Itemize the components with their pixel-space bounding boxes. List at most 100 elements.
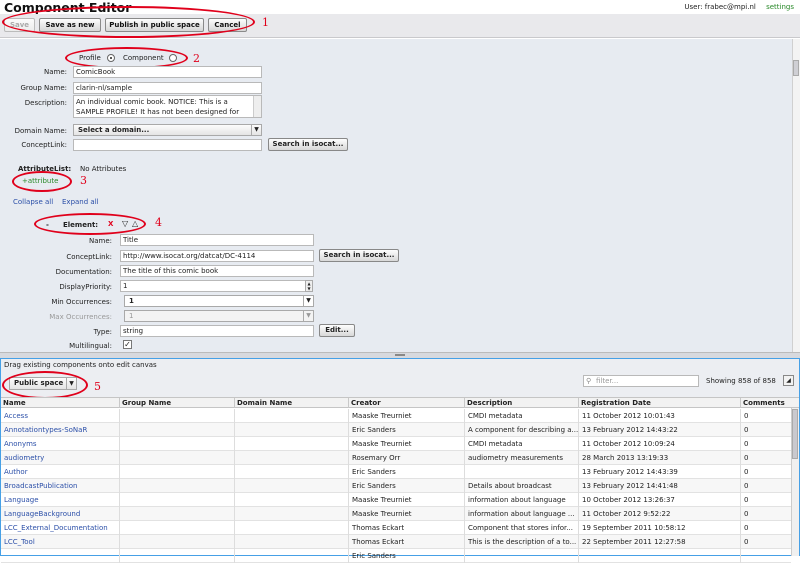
cell-domain <box>234 437 348 451</box>
column-header-domain[interactable]: Domain Name <box>234 398 348 408</box>
column-header-group[interactable]: Group Name <box>119 398 234 408</box>
multilingual-checkbox[interactable]: ✓ <box>123 340 132 349</box>
cell-group <box>119 423 234 437</box>
search-icon: ⚲ <box>586 377 592 385</box>
table-row[interactable]: Anonyms Maaske Treurniet CMDI metadata 11 O… <box>1 437 791 451</box>
filter-input[interactable]: ⚲ filter... <box>583 375 699 387</box>
type-label: Type: <box>93 328 112 336</box>
table-row[interactable]: Language Maaske Treurniet information abou… <box>1 493 791 507</box>
settings-link[interactable]: settings <box>766 3 794 11</box>
element-conceptlink-field[interactable]: http://www.isocat.org/datcat/DC-4114 <box>120 250 314 262</box>
description-field[interactable]: An individual comic book. NOTICE: This i… <box>73 95 262 118</box>
documentation-label: Documentation: <box>55 268 112 276</box>
domain-select-value: Select a domain... <box>78 126 150 134</box>
cell-description: information about language ... <box>464 507 578 521</box>
column-header-date[interactable]: Registration Date <box>578 398 740 408</box>
group-name-field[interactable]: clarin-nl/sample <box>73 82 262 94</box>
cell-comments: 0 <box>740 535 791 549</box>
splitter-grip-icon[interactable] <box>395 354 405 356</box>
cell-description <box>464 465 578 479</box>
cell-name[interactable]: LanguageBackground <box>1 507 119 521</box>
editor-scrollbar[interactable] <box>792 39 800 352</box>
cell-name[interactable]: Author <box>1 465 119 479</box>
cell-group <box>119 479 234 493</box>
multilingual-label: Multilingual: <box>69 342 112 350</box>
cell-domain <box>234 493 348 507</box>
expand-all-link[interactable]: Expand all <box>62 198 99 206</box>
editor-scrollbar-thumb[interactable] <box>793 60 799 76</box>
documentation-field[interactable]: The title of this comic book <box>120 265 314 277</box>
cell-name[interactable]: Access <box>1 409 119 423</box>
element-name-field[interactable]: Title <box>120 234 314 246</box>
min-occurrences-select[interactable]: 1 ▼ <box>124 295 314 307</box>
conceptlink-field[interactable] <box>73 139 262 151</box>
cell-domain <box>234 409 348 423</box>
cell-comments: 0 <box>740 451 791 465</box>
domain-select[interactable]: Select a domain... ▼ <box>73 124 262 136</box>
cell-name[interactable]: Language <box>1 493 119 507</box>
cell-date: 11 October 2012 9:52:22 <box>578 507 740 521</box>
cell-name[interactable]: BroadcastPublication <box>1 479 119 493</box>
cell-name[interactable]: LCC_External_Documentation <box>1 521 119 535</box>
search-isocat-button[interactable]: Search in isocat... <box>268 138 348 151</box>
table-row[interactable]: BroadcastPublication Eric Sanders Details … <box>1 479 791 493</box>
column-header-creator[interactable]: Creator <box>348 398 464 408</box>
cell-group <box>119 451 234 465</box>
column-header-description[interactable]: Description <box>464 398 578 408</box>
max-occurrences-label: Max Occurrences: <box>49 313 112 321</box>
display-priority-field[interactable]: 1 <box>120 280 306 292</box>
table-row[interactable]: LCC_Tool Thomas Eckart This is the descrip… <box>1 535 791 549</box>
table-row[interactable]: LCC_External_Documentation Thomas Eckart C… <box>1 521 791 535</box>
cell-group <box>119 521 234 535</box>
cell-group <box>119 409 234 423</box>
cell-group <box>119 493 234 507</box>
max-occurrences-select[interactable]: 1 ▼ <box>124 310 314 322</box>
cell-comments: 0 <box>740 521 791 535</box>
cell-description: Details about broadcast <box>464 479 578 493</box>
description-scrollbar[interactable] <box>253 96 261 117</box>
table-row[interactable]: Author Eric Sanders 13 February 2012 14:43… <box>1 465 791 479</box>
rss-icon[interactable]: ◢ <box>783 375 794 386</box>
cell-group <box>119 437 234 451</box>
cell-domain <box>234 423 348 437</box>
cell-description: CMDI metadata <box>464 437 578 451</box>
user-email: User: frabec@mpi.nl <box>684 3 756 11</box>
table-row[interactable]: Access Maaske Treurniet CMDI metadata 11 Oc… <box>1 409 791 423</box>
collapse-all-link[interactable]: Collapse all <box>13 198 53 206</box>
table-row[interactable]: Eric Sanders <box>1 549 791 563</box>
cell-comments: 0 <box>740 465 791 479</box>
table-scrollbar-thumb[interactable] <box>792 409 798 459</box>
cell-name[interactable]: Annotationtypes-SoNaR <box>1 423 119 437</box>
cell-name[interactable]: LCC_Tool <box>1 535 119 549</box>
annotation-oval-1 <box>2 6 255 38</box>
cell-domain <box>234 535 348 549</box>
cell-creator: Thomas Eckart <box>348 521 464 535</box>
table-row[interactable]: audiometry Rosemary Orr audiometry measure… <box>1 451 791 465</box>
annotation-number-1: 1 <box>262 16 269 29</box>
display-priority-label: DisplayPriority: <box>59 283 112 291</box>
annotation-oval-4 <box>34 213 146 235</box>
cell-creator: Rosemary Orr <box>348 451 464 465</box>
table-row[interactable]: Annotationtypes-SoNaR Eric Sanders A compo… <box>1 423 791 437</box>
cell-comments: 0 <box>740 437 791 451</box>
cell-name[interactable]: Anonyms <box>1 437 119 451</box>
cell-comments: 0 <box>740 493 791 507</box>
cell-name[interactable] <box>1 549 119 563</box>
name-label: Name: <box>43 68 67 76</box>
cell-date: 10 October 2012 13:26:37 <box>578 493 740 507</box>
column-header-comments[interactable]: Comments <box>740 398 791 408</box>
drag-hint: Drag existing components onto edit canva… <box>4 361 157 369</box>
edit-type-button[interactable]: Edit... <box>319 324 355 337</box>
column-header-name[interactable]: Name <box>1 398 119 408</box>
element-search-isocat-button[interactable]: Search in isocat... <box>319 249 399 262</box>
display-priority-stepper[interactable]: ▲ ▼ <box>305 280 313 292</box>
name-field[interactable]: ComicBook <box>73 66 262 78</box>
cell-date: 11 October 2012 10:09:24 <box>578 437 740 451</box>
cell-date: 19 September 2011 10:58:12 <box>578 521 740 535</box>
cell-name[interactable]: audiometry <box>1 451 119 465</box>
cell-comments: 0 <box>740 479 791 493</box>
table-row[interactable]: LanguageBackground Maaske Treurniet inform… <box>1 507 791 521</box>
attribute-list-value: No Attributes <box>80 165 127 173</box>
cell-description: Component that stores infor... <box>464 521 578 535</box>
type-field[interactable]: string <box>120 325 314 337</box>
